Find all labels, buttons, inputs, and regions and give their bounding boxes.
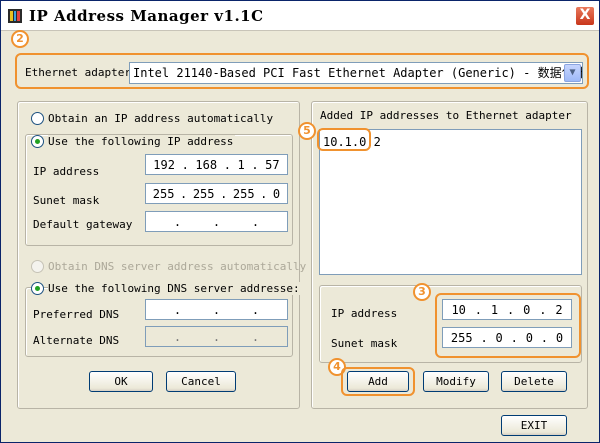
ethernet-adapter-value: Intel 21140-Based PCI Fast Ethernet Adap… (133, 66, 582, 80)
callout-frame-4 (341, 367, 415, 396)
callout-badge-3: 3 (413, 283, 431, 301)
app-icon (8, 9, 22, 23)
preferred-dns-input[interactable]: . . . (145, 299, 288, 320)
alternate-dns-input[interactable]: . . . (145, 326, 288, 347)
obtain-dns-auto-label: Obtain DNS server address automatically (48, 260, 307, 273)
mask-octet-2: 255 (192, 186, 215, 201)
exit-button[interactable]: EXIT (501, 415, 567, 436)
use-following-ip-label: Use the following IP address (48, 135, 236, 148)
ip-octet-1: 192 (153, 157, 175, 172)
delete-button[interactable]: Delete (501, 371, 567, 392)
added-ip-title: Added IP addresses to Ethernet adapter (320, 109, 572, 122)
ip-address-input[interactable]: 192. 168. 1. 57 (145, 154, 288, 175)
obtain-ip-auto-label: Obtain an IP address automatically (48, 112, 274, 125)
use-following-dns-radio[interactable] (31, 282, 44, 295)
obtain-ip-auto-radio[interactable] (31, 112, 44, 125)
ok-button[interactable]: OK (89, 371, 153, 392)
ip-address-manager-window: IP Address Manager v1.1C X 2 Ethernet ad… (0, 0, 600, 443)
modify-button[interactable]: Modify (423, 371, 489, 392)
new-ip-address-label: IP address (331, 307, 398, 320)
close-button[interactable]: X (575, 6, 595, 26)
use-following-ip-radio[interactable] (31, 135, 44, 148)
ip-octet-4: 57 (265, 157, 280, 172)
ip-address-label: IP address (33, 165, 100, 178)
alternate-dns-label: Alternate DNS (33, 334, 120, 347)
mask-octet-4: 0 (272, 186, 281, 201)
default-gateway-label: Default gateway (33, 218, 133, 231)
ip-octet-3: 1 (237, 157, 245, 172)
preferred-dns-label: Preferred DNS (33, 308, 120, 321)
cancel-button[interactable]: Cancel (166, 371, 236, 392)
callout-frame-3 (435, 293, 581, 358)
mask-octet-1: 255 (152, 186, 175, 201)
default-gateway-input[interactable]: . . . (145, 211, 288, 232)
subnet-mask-label: Sunet mask (33, 194, 100, 207)
callout-badge-2: 2 (11, 30, 29, 48)
new-subnet-mask-label: Sunet mask (331, 337, 398, 350)
subnet-mask-input[interactable]: 255. 255. 255. 0 (145, 183, 288, 204)
title-bar[interactable]: IP Address Manager v1.1C X (1, 1, 599, 31)
mask-octet-3: 255 (232, 186, 255, 201)
ip-octet-2: 168 (195, 157, 218, 172)
callout-badge-5: 5 (298, 122, 316, 140)
obtain-dns-auto-radio[interactable] (31, 260, 44, 273)
close-icon: X (579, 7, 591, 23)
use-following-dns-label: Use the following DNS server addresse: (48, 282, 302, 295)
window-title: IP Address Manager v1.1C (29, 7, 264, 25)
callout-frame-5 (317, 128, 371, 151)
chevron-down-icon[interactable]: ▼ (564, 64, 581, 82)
ethernet-adapter-label: Ethernet adapter (25, 66, 131, 79)
ethernet-adapter-select[interactable]: Intel 21140-Based PCI Fast Ethernet Adap… (129, 62, 583, 84)
